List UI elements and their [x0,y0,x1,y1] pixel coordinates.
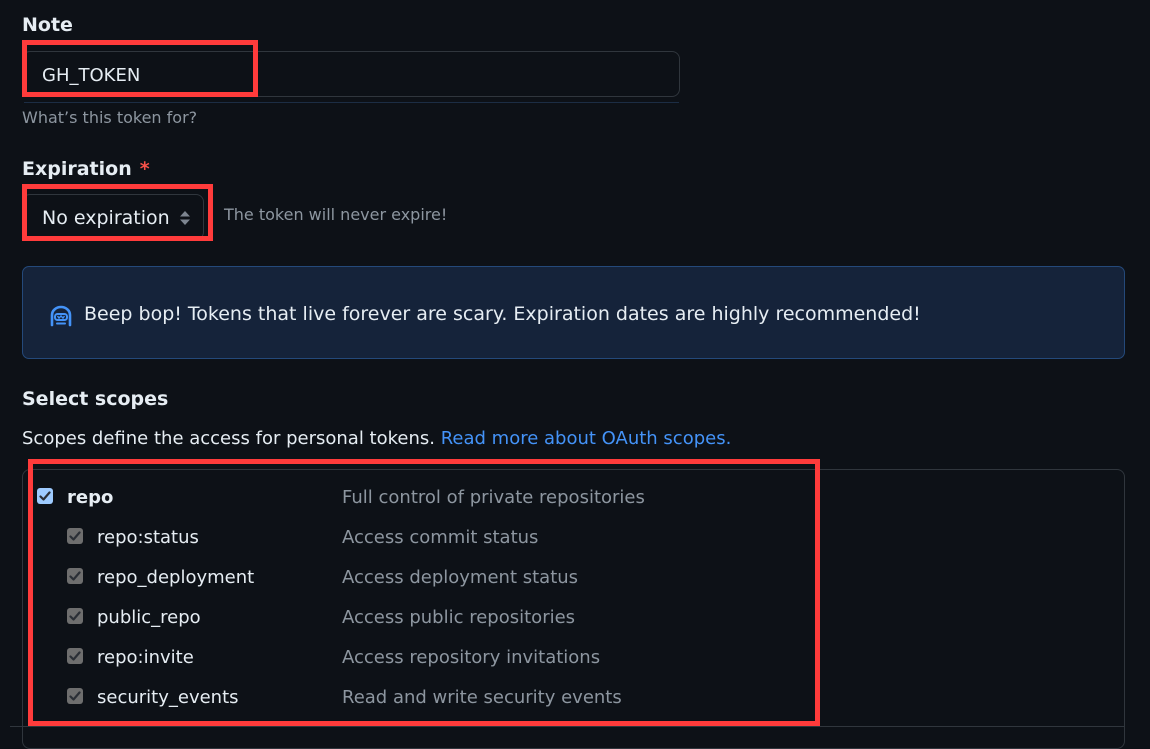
scope-name: public_repo [97,607,201,628]
scope-description: Read and write security events [342,687,622,708]
scope-row-security-events: security_events Read and write security e… [22,679,922,719]
scope-description: Access repository invitations [342,647,601,668]
note-label: Note [22,14,73,36]
scopes-description: Scopes define the access for personal to… [22,428,731,449]
scope-row-repo: repo Full control of private repositories [22,479,922,519]
scope-checkbox[interactable] [67,568,83,584]
note-hint: What’s this token for? [22,108,198,127]
select-arrows-icon [180,211,190,225]
checkmark-icon [39,491,51,501]
scope-name: security_events [97,687,239,708]
scope-name: repo:status [97,527,199,548]
scopes-divider [10,726,1125,727]
scope-description: Access public repositories [342,607,576,628]
scope-rows: repo Full control of private repositories… [22,479,922,719]
scope-checkbox[interactable] [67,688,83,704]
scope-name: repo_deployment [97,567,255,588]
checkmark-icon [69,531,81,541]
scope-description: Access deployment status [342,567,579,588]
banner-text: Beep bop! Tokens that live forever are s… [84,303,921,325]
expiration-warning-banner: Beep bop! Tokens that live forever are s… [22,266,1125,359]
checkmark-icon [69,571,81,581]
scope-checkbox[interactable] [37,488,53,504]
scope-description: Access commit status [342,527,539,548]
required-marker: * [139,158,150,180]
scope-checkbox[interactable] [67,528,83,544]
scope-row-repo-status: repo:status Access commit status [22,519,922,559]
note-input-value: GH_TOKEN [42,65,141,86]
scope-row-repo-deployment: repo_deployment Access deployment status [22,559,922,599]
checkmark-icon [69,651,81,661]
expiration-hint: The token will never expire! [224,205,448,224]
note-input[interactable]: GH_TOKEN [22,51,680,97]
scope-row-public-repo: public_repo Access public repositories [22,599,922,639]
note-focus-underline [24,102,679,103]
expiration-selected-value: No expiration [42,207,170,229]
scope-name: repo:invite [97,647,194,668]
scope-checkbox[interactable] [67,608,83,624]
expiration-label-text: Expiration [22,158,132,180]
scope-checkbox[interactable] [67,648,83,664]
scope-row-repo-invite: repo:invite Access repository invitations [22,639,922,679]
expiration-select[interactable]: No expiration [22,194,204,240]
checkmark-icon [69,691,81,701]
checkmark-icon [69,611,81,621]
scopes-title: Select scopes [22,388,169,410]
scope-name: repo [67,487,114,508]
scope-description: Full control of private repositories [342,487,645,508]
scopes-description-text: Scopes define the access for personal to… [22,428,435,449]
expiration-label: Expiration * [22,158,150,180]
copilot-robot-icon [50,305,72,327]
oauth-scopes-link[interactable]: Read more about OAuth scopes. [441,428,732,449]
